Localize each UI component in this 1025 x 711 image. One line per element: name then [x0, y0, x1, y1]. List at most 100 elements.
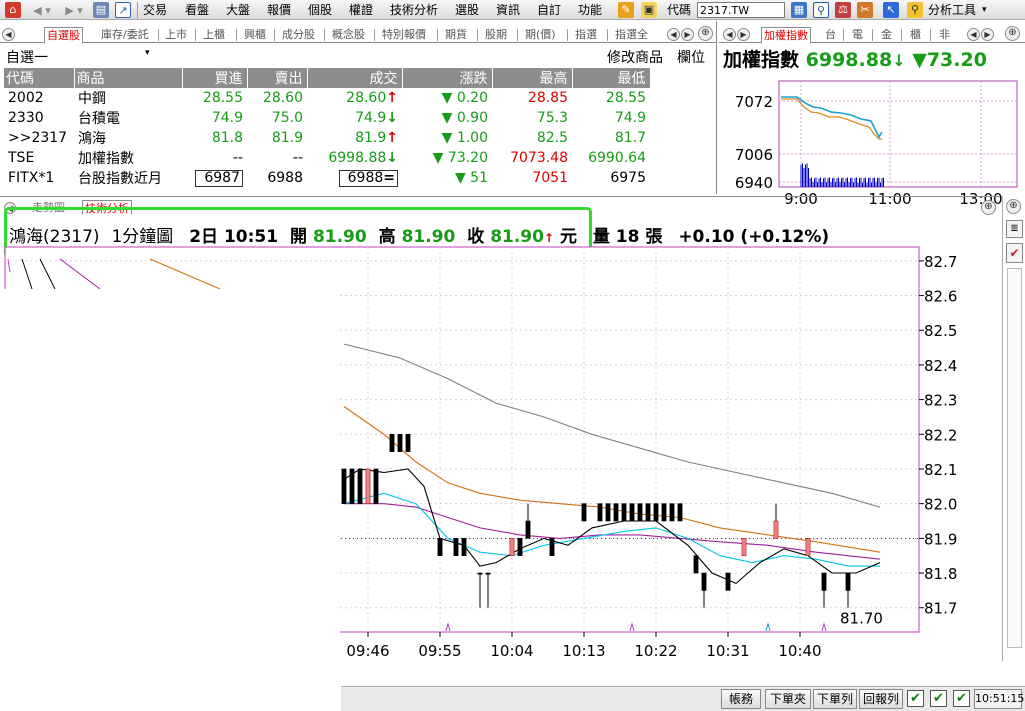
y-tick-label: 82.0 — [924, 496, 957, 514]
column-header-change[interactable]: 漲跌 — [402, 68, 493, 88]
print-icon[interactable]: ▤ — [92, 1, 110, 19]
menu-item-view[interactable]: 看盤 — [185, 2, 209, 18]
watchlist-name[interactable]: 自選一 — [6, 47, 48, 67]
menu-item-custom[interactable]: 自訂 — [537, 2, 561, 18]
candle-body — [669, 503, 675, 522]
menu-item-screener[interactable]: 選股 — [455, 2, 479, 18]
menu-item-market[interactable]: 大盤 — [226, 2, 250, 18]
tab-finance[interactable]: 金 — [879, 27, 894, 43]
menu-item-quote[interactable]: 報價 — [267, 2, 291, 18]
arrow-down-icon: ▼ — [432, 150, 444, 166]
checkbox-2[interactable]: ✔ — [930, 690, 947, 707]
menu-item-info[interactable]: 資訊 — [496, 2, 520, 18]
tab-electronic[interactable]: 電 — [850, 27, 865, 43]
menu-item-function[interactable]: 功能 — [578, 2, 602, 18]
columns-button[interactable]: 欄位 — [677, 47, 705, 67]
tab-index-options-all[interactable]: 指選全 — [613, 27, 650, 43]
back-icon[interactable]: ◀ ▾ — [28, 1, 56, 19]
analysis-icon[interactable]: ⚲ — [906, 1, 924, 19]
tab-concept[interactable]: 概念股 — [330, 27, 367, 43]
column-header-low[interactable]: 最低 — [572, 68, 651, 88]
account-button[interactable]: 帳務 — [721, 689, 761, 709]
chart-tool-icon[interactable]: ▦ — [790, 1, 808, 19]
cursor-icon[interactable]: ↖ — [882, 1, 900, 19]
menu-item-warrant[interactable]: 權證 — [349, 2, 373, 18]
index-tabs-left-icon[interactable]: ◀ — [967, 28, 980, 41]
tabs-scroll-left-icon[interactable]: ◀ — [667, 28, 680, 41]
table-row[interactable]: 2330 台積電 74.9 75.0 74.9↓ ▼ 0.90 75.3 74.9 — [4, 108, 714, 128]
tab-taiex[interactable]: 加權指數 — [761, 27, 811, 44]
column-header-bid[interactable]: 買進 — [182, 68, 248, 88]
vertical-scrollbar[interactable] — [1007, 268, 1022, 648]
tab-inventory[interactable]: 庫存/委託 — [99, 27, 151, 43]
tab-otc[interactable]: 上櫃 — [201, 27, 227, 43]
code-label: 代碼 — [667, 3, 692, 17]
cell-ask: 28.60 — [262, 90, 303, 106]
tab-tai[interactable]: 台 — [823, 27, 838, 43]
tools-icon[interactable]: ✂ — [856, 1, 874, 19]
tab-watchlist[interactable]: 自選股 — [44, 27, 83, 44]
checkbox-1[interactable]: ✔ — [907, 690, 924, 707]
quote-panel: ◀ 自選股 庫存/委託 上市 上櫃 興櫃 成分股 概念股 特別報價 期貨 股期 … — [0, 21, 717, 194]
candle-body — [341, 468, 347, 504]
tab-listed[interactable]: 上市 — [163, 27, 189, 43]
menu-item-technical[interactable]: 技術分析 — [390, 2, 438, 18]
checkbox-3[interactable]: ✔ — [953, 690, 970, 707]
cell-last: 74.9↓ — [307, 108, 402, 128]
order-bar-button[interactable]: 下單列 — [813, 689, 857, 709]
edit-products-button[interactable]: 修改商品 — [607, 47, 663, 67]
tab-stock-futures[interactable]: 股期 — [483, 27, 509, 43]
index-tabs-right-icon[interactable]: ▶ — [981, 28, 994, 41]
report-bar-button[interactable]: 回報列 — [859, 689, 903, 709]
candle-body — [389, 433, 395, 452]
index-zoom-icon[interactable]: ⊕ — [1005, 26, 1020, 41]
tab-index-options[interactable]: 指選 — [573, 27, 599, 43]
home-icon[interactable]: ⌂ — [4, 1, 22, 19]
table-row[interactable]: FITX*1 台股指數近月 6987 6988 6988= ▼ 51 7051 6975 — [4, 168, 714, 188]
y-tick-label: 81.9 — [924, 530, 957, 548]
tab-futures[interactable]: 期貨 — [443, 27, 469, 43]
menu-item-trade[interactable]: 交易 — [143, 2, 167, 18]
analysis-tools-menu[interactable]: 分析工具 — [928, 2, 976, 18]
tab-non-financial[interactable]: 非 — [937, 27, 952, 43]
table-row[interactable]: >>2317 鴻海 81.8 81.9 81.9↑ ▼ 1.00 82.5 81.7 — [4, 128, 714, 148]
column-header-code[interactable]: 代碼 — [4, 68, 75, 88]
zoom-icon[interactable]: ⊕ — [698, 26, 713, 41]
column-header-ask[interactable]: 賣出 — [247, 68, 308, 88]
tab-components[interactable]: 成分股 — [280, 27, 317, 43]
cell-bid: -- — [232, 150, 243, 166]
order-folder-button[interactable]: 下單夾 — [765, 689, 811, 709]
last-price: 28.60 — [346, 90, 387, 106]
link-icon[interactable]: ↗ — [114, 1, 132, 19]
last-price: 74.9 — [355, 110, 387, 126]
candle-body — [477, 572, 483, 575]
tab-special-quote[interactable]: 特別報價 — [380, 27, 428, 43]
tab-futures-price[interactable]: 期(價) — [523, 27, 558, 43]
side-zoom-icon[interactable]: ⊕ — [1006, 199, 1021, 214]
search-icon[interactable]: ⚲ — [812, 1, 830, 19]
table-row[interactable]: TSE 加權指數 -- -- 6998.88↓ ▼ 73.20 7073.48 6990.64 — [4, 148, 714, 168]
notes-icon[interactable]: ≣ — [1006, 220, 1023, 238]
column-header-last[interactable]: 成交 — [307, 68, 403, 88]
cell-last: 6988= — [307, 168, 402, 188]
pen-icon[interactable]: ✎ — [617, 1, 635, 19]
forward-icon[interactable]: ▶ ▾ — [60, 1, 88, 19]
tab-otc-index[interactable]: 櫃 — [908, 27, 923, 43]
cell-change: ▼ 0.90 — [402, 108, 492, 128]
analysis-tools-caret-icon[interactable]: ▾ — [982, 2, 987, 18]
status-bar: 帳務 下單夾 下單列 回報列 ✔ ✔ ✔ 10:51:15 — [341, 686, 1025, 711]
column-header-name[interactable]: 商品 — [74, 68, 183, 88]
tabs-scroll-right-icon[interactable]: ▶ — [681, 28, 694, 41]
note-icon[interactable]: ▣ — [640, 1, 658, 19]
code-input[interactable]: 2317.TW — [697, 2, 785, 18]
change-value: 1.00 — [456, 130, 488, 146]
tab-emerging[interactable]: 興櫃 — [242, 27, 268, 43]
candle-body — [405, 433, 411, 452]
cell-change: ▼ 51 — [402, 168, 492, 188]
scale-icon[interactable]: ⚖ — [834, 1, 852, 19]
watchlist-dropdown-icon[interactable]: ▾ — [145, 48, 150, 58]
menu-item-stock[interactable]: 個股 — [308, 2, 332, 18]
check-icon[interactable]: ✔ — [1006, 243, 1023, 263]
table-row[interactable]: 2002 中鋼 28.55 28.60 28.60↑ ▼ 0.20 28.85 28.55 — [4, 88, 714, 108]
column-header-high[interactable]: 最高 — [492, 68, 573, 88]
